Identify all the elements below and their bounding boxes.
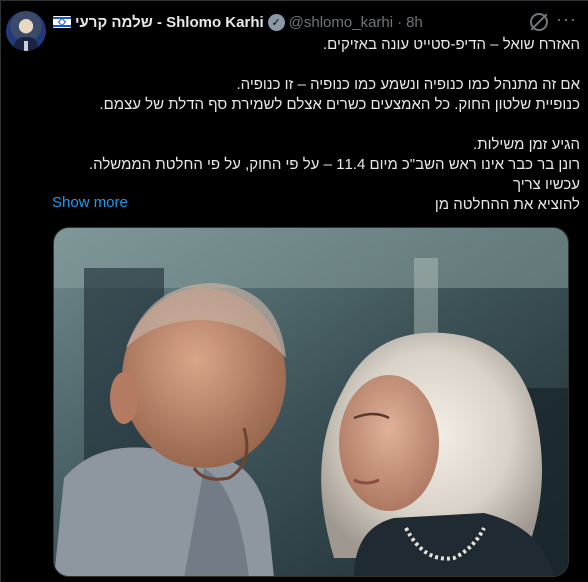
israel-flag-icon (53, 16, 71, 28)
photo-illustration (54, 228, 568, 576)
tweet-text-line: האזרח שואל – הדיפ-סטייט עונה באזיקים. (323, 36, 580, 53)
grok-icon[interactable] (530, 13, 548, 31)
avatar-tie (24, 41, 28, 51)
tweet-timestamp[interactable]: 8h (406, 14, 423, 31)
separator-dot: · (397, 13, 403, 31)
more-options-icon[interactable]: ··· (556, 10, 576, 31)
user-handle[interactable]: @shlomo_karhi (289, 14, 393, 31)
profile-avatar[interactable] (6, 11, 46, 51)
tweet-text-line: הגיע זמן משילות. (473, 136, 580, 153)
show-more-link[interactable]: Show more (52, 194, 128, 211)
tweet-header: שלמה קרעי - Shlomo Karhi ✓ @shlomo_karhi… (53, 12, 574, 32)
tweet-text-line: רונן בר כבר אינו ראש השב"כ מיום 11.4 – ע… (88, 156, 580, 193)
tweet-text-line: כנופיית שלטון החוק. כל האמצעים כשרים אצל… (99, 96, 580, 113)
tweet-text-line: להוציא את ההחלטה מן (434, 196, 580, 213)
display-name[interactable]: שלמה קרעי - Shlomo Karhi (75, 14, 264, 31)
tweet[interactable]: שלמה קרעי - Shlomo Karhi ✓ @shlomo_karhi… (0, 0, 588, 582)
tweet-media-photo[interactable] (53, 227, 569, 577)
tweet-text-line: אם זה מתנהל כמו כנופיה ונשמע כמו כנופיה … (236, 76, 580, 93)
tweet-text: האזרח שואל – הדיפ-סטייט עונה באזיקים. אם… (53, 35, 580, 215)
verified-badge-icon[interactable]: ✓ (267, 13, 285, 31)
